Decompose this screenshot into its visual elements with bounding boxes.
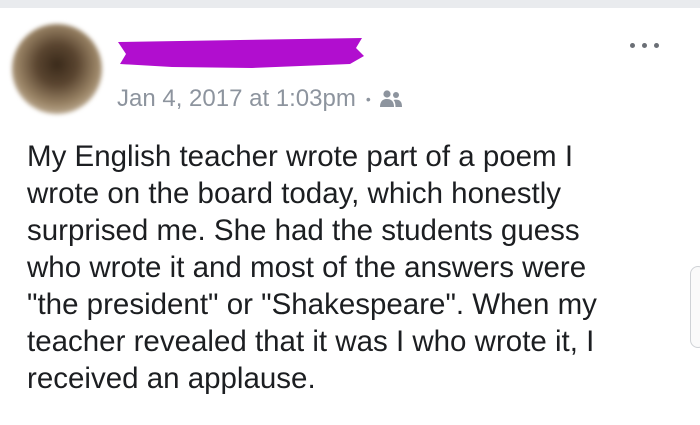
post-text-line: "the president" or "Shakespeare". When m…: [27, 288, 597, 321]
meta-separator: •: [365, 91, 371, 107]
more-dot: [642, 43, 647, 48]
friends-icon[interactable]: [379, 89, 403, 109]
avatar[interactable]: [12, 24, 102, 114]
post-timestamp[interactable]: Jan 4, 2017 at 1:03pm: [117, 85, 356, 113]
post-text-line: who wrote it and most of the answers wer…: [27, 251, 587, 284]
post-body: My English teacher wrote part of a poem …: [27, 138, 677, 397]
post-text-line: wrote on the board today, which honestly: [27, 177, 562, 210]
more-options-button[interactable]: [628, 38, 664, 52]
post-text-line: surprised me. She had the students guess: [27, 214, 580, 247]
more-dot: [654, 43, 659, 48]
post-meta: Jan 4, 2017 at 1:03pm •: [117, 84, 403, 114]
scroll-handle[interactable]: [690, 266, 700, 348]
post-text-line: teacher revealed that it was I who wrote…: [27, 325, 595, 358]
post-text-line: My English teacher wrote part of a poem …: [27, 140, 574, 173]
more-horizontal-icon: [630, 43, 635, 48]
post-text-line: received an applause.: [27, 362, 316, 395]
feed-top-divider: [0, 0, 700, 8]
author-name-redaction: [118, 38, 364, 68]
post-card: Jan 4, 2017 at 1:03pm • My English teach…: [0, 8, 700, 425]
